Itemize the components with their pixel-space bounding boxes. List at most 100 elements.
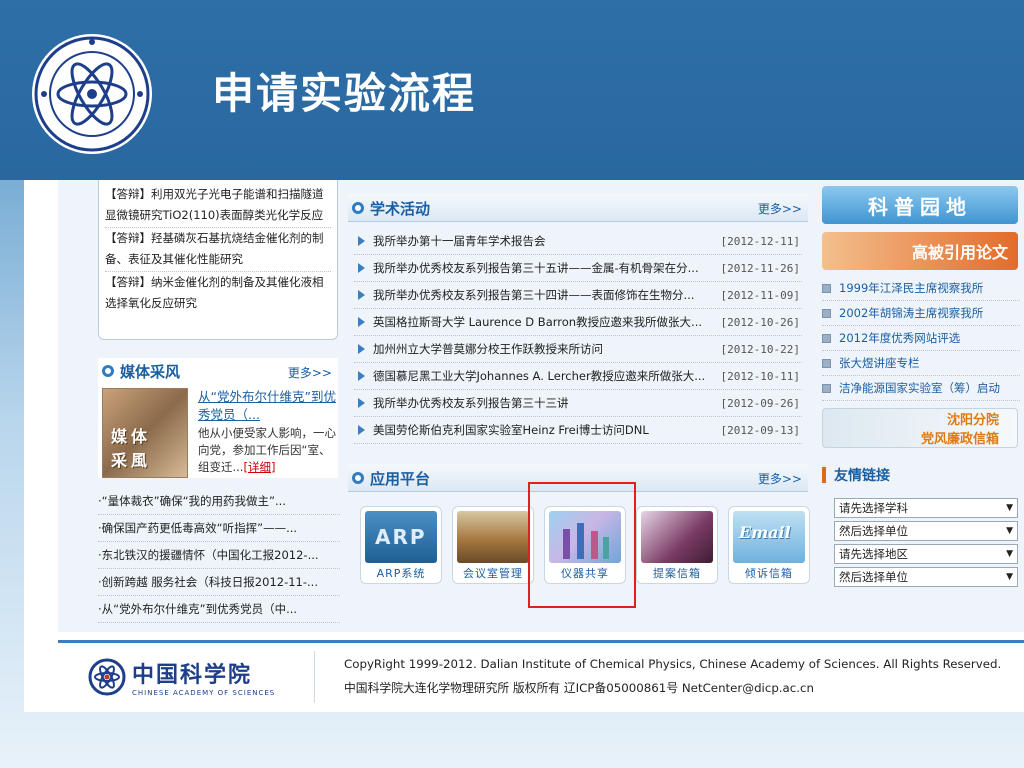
subject-select[interactable]: 请先选择学科 ▼ <box>834 498 1018 518</box>
left-column: 【答辩】利用双光子光电子能谱和扫描隧道显微镜研究TiO2(110)表面醇类光化学… <box>98 180 340 632</box>
list-item[interactable]: 张大煜讲座专栏 <box>822 351 1020 376</box>
portal-page: 【答辩】利用双光子光电子能谱和扫描隧道显微镜研究TiO2(110)表面醇类光化学… <box>58 180 1024 632</box>
defense-news-box: 【答辩】利用双光子光电子能谱和扫描隧道显微镜研究TiO2(110)表面醇类光化学… <box>98 180 338 340</box>
table-row[interactable]: 美国劳伦斯伯克利国家实验室Heinz Frei博士访问DNL [2012-09-1… <box>354 417 802 444</box>
list-item[interactable]: ·从“党外布尔什维克”到优秀党员（中... <box>98 596 340 623</box>
arp-icon: ARP <box>365 511 437 563</box>
list-item[interactable]: ·“量体裁衣”确保“我的用药我做主”... <box>98 488 340 515</box>
list-item[interactable]: ·创新跨越 服务社会（科技日报2012-11-... <box>98 569 340 596</box>
triangle-bullet-icon <box>358 344 365 354</box>
party-mailbox-banner[interactable]: 沈阳分院 党风廉政信箱 <box>822 408 1018 448</box>
dropdown-arrow-icon: ▼ <box>1006 526 1013 536</box>
section-bar-icon <box>822 467 826 483</box>
link-text[interactable]: 1999年江泽民主席视察我所 <box>839 280 983 296</box>
slide-header: 申请实验流程 <box>0 0 1024 180</box>
media-image-text: 媒 <box>111 427 128 446</box>
media-image-text: 采 <box>111 451 128 470</box>
list-item[interactable]: 2012年度优秀网站评选 <box>822 326 1020 351</box>
table-row[interactable]: 我所举办优秀校友系列报告第三十五讲——金属-有机骨架在分... [2012-11-… <box>354 255 802 282</box>
table-row[interactable]: 英国格拉斯哥大学 Laurence D Barron教授应邀来我所做张大... [… <box>354 309 802 336</box>
arp-pic-text: ARP <box>375 525 427 549</box>
email-pic-text: Email <box>739 523 791 542</box>
defense-item[interactable]: 【答辩】羟基磷灰石基抗烧结金催化剂的制备、表征及其催化性能研究 <box>105 228 331 272</box>
dicp-atom-logo-icon <box>32 34 152 154</box>
unit-select[interactable]: 然后选择单位 ▼ <box>834 521 1018 541</box>
app-complaint-mailbox-button[interactable]: Email 倾诉信箱 <box>728 506 810 584</box>
table-row[interactable]: 德国慕尼黑工业大学Johannes A. Lercher教授应邀来所做张大...… <box>354 363 802 390</box>
website-screenshot: 【答辩】利用双光子光电子能谱和扫描隧道显微镜研究TiO2(110)表面醇类光化学… <box>24 180 1024 712</box>
media-thumbnail[interactable]: 媒 体 采 風 <box>102 388 188 478</box>
select-value: 请先选择地区 <box>839 547 908 561</box>
academic-section: 学术活动 更多>> 我所举办第十一届青年学术报告会 [2012-12-11] 我所… <box>348 194 808 454</box>
academic-title[interactable]: 美国劳伦斯伯克利国家实验室Heinz Frei博士访问DNL <box>373 422 713 438</box>
academic-title[interactable]: 德国慕尼黑工业大学Johannes A. Lercher教授应邀来所做张大... <box>373 368 713 384</box>
list-item[interactable]: ·东北铁汉的援疆情怀（中国化工报2012-... <box>98 542 340 569</box>
highly-cited-banner[interactable]: 高被引用论文 <box>822 232 1018 270</box>
link-text[interactable]: 2012年度优秀网站评选 <box>839 330 960 346</box>
link-text[interactable]: 洁净能源国家实验室（筹）启动 <box>839 380 1000 396</box>
cas-logo[interactable]: 中国科学院 CHINESE ACADEMY OF SCIENCES <box>88 657 288 697</box>
section-bullet-icon <box>352 202 364 214</box>
institute-info-text: 中国科学院大连化学物理研究所 版权所有 辽ICP备05000861号 NetCe… <box>344 681 814 695</box>
table-row[interactable]: 我所举办优秀校友系列报告第三十三讲 [2012-09-26] <box>354 390 802 417</box>
academic-date: [2012-11-09] <box>720 288 800 302</box>
region-select[interactable]: 请先选择地区 ▼ <box>834 544 1018 564</box>
app-meeting-room-button[interactable]: 会议室管理 <box>452 506 534 584</box>
proposal-mailbox-icon <box>641 511 713 563</box>
triangle-bullet-icon <box>358 290 365 300</box>
table-row[interactable]: 我所举办第十一届青年学术报告会 [2012-12-11] <box>354 228 802 255</box>
academic-date: [2012-10-26] <box>720 315 800 329</box>
academic-date: [2012-10-11] <box>720 369 800 383</box>
academic-title[interactable]: 我所举办第十一届青年学术报告会 <box>373 233 713 249</box>
square-bullet-icon <box>822 308 831 318</box>
academic-title[interactable]: 我所举办优秀校友系列报告第三十五讲——金属-有机骨架在分... <box>373 260 713 276</box>
dropdown-arrow-icon: ▼ <box>1006 549 1013 559</box>
square-bullet-icon <box>822 383 831 393</box>
right-link-list: 1999年江泽民主席视察我所 2002年胡锦涛主席视察我所 2012年度优秀网站… <box>822 276 1020 401</box>
science-garden-banner[interactable]: 科普园地 <box>822 186 1018 224</box>
square-bullet-icon <box>822 358 831 368</box>
select-value: 然后选择单位 <box>839 570 908 584</box>
academic-title[interactable]: 英国格拉斯哥大学 Laurence D Barron教授应邀来我所做张大... <box>373 314 713 330</box>
friend-links-selects: 请先选择学科 ▼ 然后选择单位 ▼ 请先选择地区 ▼ 然后选择单位 ▼ <box>834 498 1018 590</box>
app-proposal-mailbox-button[interactable]: 提案信箱 <box>636 506 718 584</box>
media-detail-link[interactable]: [详细] <box>243 460 275 474</box>
academic-more-link[interactable]: 更多>> <box>758 200 802 217</box>
list-item[interactable]: 洁净能源国家实验室（筹）启动 <box>822 376 1020 401</box>
list-item[interactable]: ·确保国产药更低毒高效“听指挥”——... <box>98 515 340 542</box>
academic-section-header: 学术活动 更多>> <box>348 194 808 222</box>
cas-emblem-icon <box>88 658 126 696</box>
link-text[interactable]: 张大煜讲座专栏 <box>839 355 920 371</box>
media-more-link[interactable]: 更多>> <box>288 364 332 381</box>
triangle-bullet-icon <box>358 371 365 381</box>
cas-name-en: CHINESE ACADEMY OF SCIENCES <box>132 689 276 697</box>
academic-date: [2012-09-13] <box>720 423 800 437</box>
region-unit-select[interactable]: 然后选择单位 ▼ <box>834 567 1018 587</box>
app-arp-button[interactable]: ARP ARP系统 <box>360 506 442 584</box>
media-section: 媒体采风 更多>> 媒 体 采 風 从“党外布尔什维克”到优秀党员（... 他从… <box>98 358 338 478</box>
link-text[interactable]: 2002年胡锦涛主席视察我所 <box>839 305 983 321</box>
media-news-list: ·“量体裁衣”确保“我的用药我做主”... ·确保国产药更低毒高效“听指挥”——… <box>98 488 340 623</box>
table-row[interactable]: 加州州立大学普莫娜分校王作跃教授来所访问 [2012-10-22] <box>354 336 802 363</box>
party-mailbox-line1: 沈阳分院 <box>946 413 999 428</box>
right-column: 科普园地 高被引用论文 1999年江泽民主席视察我所 2002年胡锦涛主席视察我… <box>818 180 1024 632</box>
academic-title[interactable]: 我所举办优秀校友系列报告第三十三讲 <box>373 395 713 411</box>
app-label: 会议室管理 <box>463 567 523 580</box>
academic-date: [2012-12-11] <box>720 234 800 248</box>
table-row[interactable]: 我所举办优秀校友系列报告第三十四讲——表面修饰在生物分... [2012-11-0… <box>354 282 802 309</box>
apps-more-link[interactable]: 更多>> <box>758 470 802 487</box>
defense-item[interactable]: 【答辩】纳米金催化剂的制备及其催化液相选择氧化反应研究 <box>105 272 331 315</box>
media-headline-link[interactable]: 从“党外布尔什维克”到优秀党员（... <box>198 388 338 424</box>
copyright-text: CopyRight 1999-2012. Dalian Institute of… <box>344 657 1002 671</box>
defense-item[interactable]: 【答辩】利用双光子光电子能谱和扫描隧道显微镜研究TiO2(110)表面醇类光化学… <box>105 184 331 228</box>
dropdown-arrow-icon: ▼ <box>1006 572 1013 582</box>
dropdown-arrow-icon: ▼ <box>1006 503 1013 513</box>
academic-title[interactable]: 我所举办优秀校友系列报告第三十四讲——表面修饰在生物分... <box>373 287 713 303</box>
media-section-title: 媒体采风 <box>120 362 181 381</box>
academic-title[interactable]: 加州州立大学普莫娜分校王作跃教授来所访问 <box>373 341 713 357</box>
list-item[interactable]: 1999年江泽民主席视察我所 <box>822 276 1020 301</box>
party-mailbox-line2: 党风廉政信箱 <box>920 432 999 447</box>
square-bullet-icon <box>822 333 831 343</box>
list-item[interactable]: 2002年胡锦涛主席视察我所 <box>822 301 1020 326</box>
friend-links-header: 友情链接 <box>818 462 1024 488</box>
